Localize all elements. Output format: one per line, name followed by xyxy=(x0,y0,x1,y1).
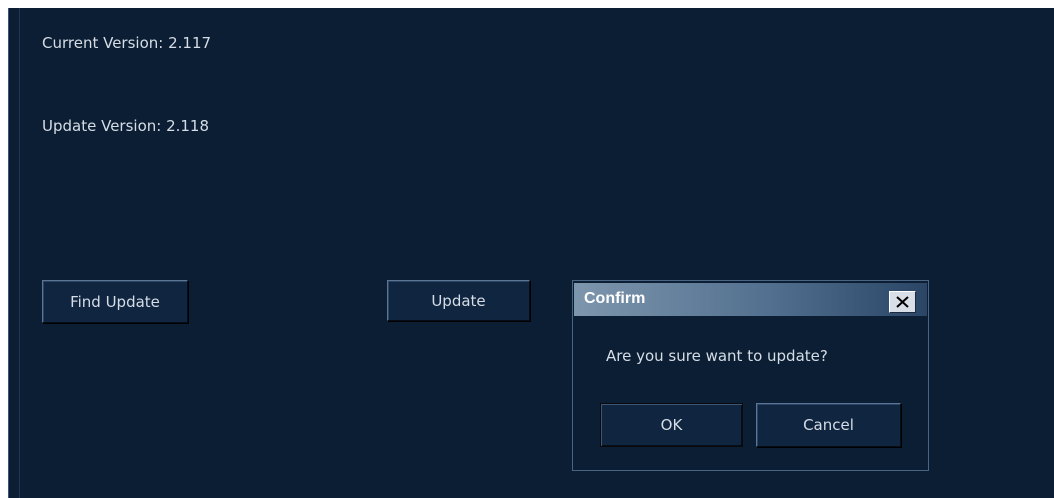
close-x-icon xyxy=(896,296,909,308)
dialog-message: Are you sure want to update? xyxy=(606,347,828,365)
update-version-label: Update Version: 2.118 xyxy=(42,117,210,135)
update-button[interactable]: Update xyxy=(387,280,530,321)
dialog-titlebar: Confirm xyxy=(574,283,927,316)
close-button[interactable] xyxy=(889,291,916,313)
panel-divider xyxy=(19,8,20,498)
find-update-button[interactable]: Find Update xyxy=(42,280,188,323)
ok-button[interactable]: OK xyxy=(600,403,743,447)
dialog-title: Confirm xyxy=(584,290,646,307)
current-version-label: Current Version: 2.117 xyxy=(42,34,212,52)
cancel-button[interactable]: Cancel xyxy=(756,403,901,447)
confirm-dialog: Confirm Are you sure want to update? OK … xyxy=(572,280,929,471)
